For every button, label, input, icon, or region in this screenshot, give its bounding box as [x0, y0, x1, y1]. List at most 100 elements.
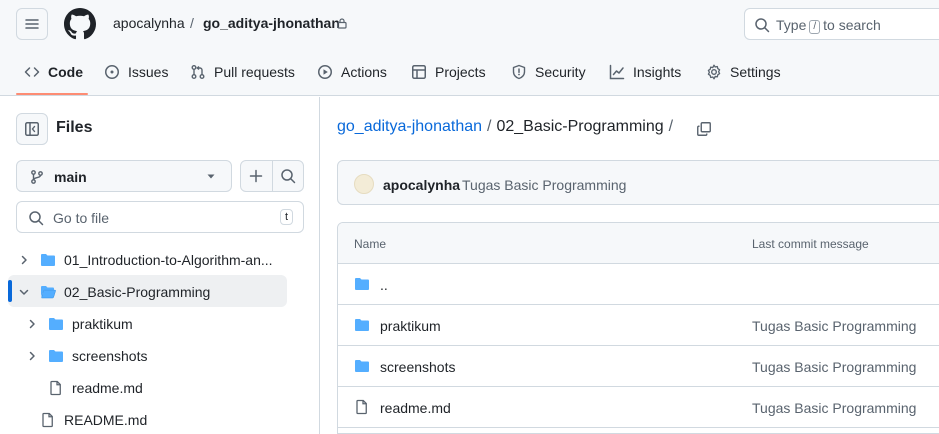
- search-icon: [755, 18, 770, 33]
- tree-item-folder[interactable]: praktikum: [24, 308, 286, 340]
- table-row[interactable]: readme.md Tugas Basic Programming: [338, 387, 939, 428]
- tab-label: Code: [48, 64, 83, 80]
- table-icon: [412, 65, 426, 79]
- search-icon: [281, 169, 295, 184]
- file-path-breadcrumb: go_aditya-jhonathan / 02_Basic-Programmi…: [337, 118, 678, 136]
- shield-icon: [512, 64, 526, 80]
- column-header-name: Name: [354, 237, 387, 251]
- branch-name: main: [54, 169, 87, 185]
- tab-code[interactable]: Code: [24, 48, 83, 96]
- active-tab-indicator: [16, 93, 88, 95]
- folder-open-icon: [41, 286, 56, 299]
- sidebar-actions-group: [240, 160, 304, 192]
- repo-owner-link[interactable]: apocalynha: [113, 15, 185, 31]
- table-row[interactable]: ..: [338, 264, 939, 305]
- tab-pull-requests[interactable]: Pull requests: [190, 48, 295, 96]
- tree-item-file[interactable]: README.md: [16, 404, 286, 434]
- tab-label: Settings: [730, 64, 781, 80]
- git-branch-icon: [31, 170, 43, 184]
- go-to-file-shortcut: t: [280, 209, 294, 225]
- caret-down-icon: [207, 174, 215, 179]
- tree-item-folder[interactable]: 01_Introduction-to-Algorithm-an...: [16, 244, 286, 276]
- hamburger-icon: [25, 19, 39, 29]
- file-icon: [356, 399, 367, 415]
- row-commit-message[interactable]: Tugas Basic Programming: [752, 318, 916, 334]
- copy-icon: [697, 122, 711, 136]
- avatar[interactable]: [354, 174, 374, 194]
- issue-icon: [105, 65, 119, 79]
- pull-request-icon: [191, 65, 205, 79]
- file-table: Name Last commit message .. praktikum Tu…: [337, 222, 939, 434]
- tree-item-folder[interactable]: screenshots: [24, 340, 286, 372]
- chevron-down-icon[interactable]: [18, 286, 30, 298]
- collapse-sidebar-button[interactable]: [16, 113, 48, 145]
- search-placeholder: Type / to search: [776, 17, 881, 34]
- row-name-link[interactable]: screenshots: [380, 359, 455, 375]
- tree-item-label: praktikum: [72, 316, 133, 332]
- sidebar-collapse-icon: [25, 122, 39, 136]
- branch-selector-button[interactable]: main: [16, 160, 232, 192]
- tree-item-file[interactable]: readme.md: [24, 372, 286, 404]
- latest-commit-bar: apocalynha Tugas Basic Programming: [337, 160, 939, 205]
- row-name-link[interactable]: praktikum: [380, 318, 441, 334]
- tree-item-label: 02_Basic-Programming: [64, 284, 211, 300]
- file-icon: [50, 380, 61, 396]
- tree-item-folder-selected[interactable]: 02_Basic-Programming: [16, 276, 286, 308]
- chevron-right-icon[interactable]: [26, 318, 38, 330]
- plus-icon: [250, 169, 263, 183]
- tab-insights[interactable]: Insights: [609, 48, 681, 96]
- repo-name-link[interactable]: go_aditya-jhonathan: [203, 15, 340, 31]
- tree-item-label: readme.md: [72, 380, 143, 396]
- tab-security[interactable]: Security: [511, 48, 586, 96]
- graph-icon: [609, 64, 625, 80]
- tab-issues[interactable]: Issues: [104, 48, 168, 96]
- tab-projects[interactable]: Projects: [411, 48, 486, 96]
- gear-icon: [707, 64, 721, 80]
- breadcrumb-repo-link[interactable]: go_aditya-jhonathan: [337, 118, 482, 136]
- search-shortcut-key: /: [809, 20, 821, 34]
- folder-icon: [355, 360, 369, 372]
- commit-message-link[interactable]: Tugas Basic Programming: [462, 177, 626, 193]
- play-icon: [318, 65, 332, 79]
- breadcrumb-separator: /: [190, 15, 194, 31]
- chevron-right-icon[interactable]: [26, 350, 38, 362]
- tree-item-label: README.md: [64, 412, 148, 428]
- tree-selected-indicator: [8, 280, 12, 302]
- tree-item-label: 01_Introduction-to-Algorithm-an...: [64, 252, 273, 268]
- column-header-message: Last commit message: [752, 237, 869, 251]
- commit-author-link[interactable]: apocalynha: [383, 177, 460, 193]
- tab-label: Actions: [341, 64, 387, 80]
- row-name-link[interactable]: readme.md: [380, 400, 451, 416]
- folder-icon: [49, 318, 63, 330]
- tab-label: Pull requests: [214, 64, 295, 80]
- row-commit-message[interactable]: Tugas Basic Programming: [752, 359, 916, 375]
- table-row[interactable]: screenshots Tugas Basic Programming: [338, 346, 939, 387]
- search-files-button[interactable]: [273, 161, 304, 191]
- folder-icon: [355, 278, 369, 290]
- breadcrumb-separator: /: [668, 118, 674, 135]
- go-to-file-placeholder: Go to file: [53, 210, 110, 226]
- table-row[interactable]: praktikum Tugas Basic Programming: [338, 305, 939, 346]
- lock-icon: [337, 18, 347, 29]
- github-logo-icon[interactable]: [64, 8, 96, 40]
- tab-settings[interactable]: Settings: [706, 48, 781, 96]
- file-icon: [42, 412, 53, 428]
- row-name-link[interactable]: ..: [380, 277, 388, 293]
- copy-path-button[interactable]: [692, 117, 716, 141]
- chevron-right-icon[interactable]: [18, 254, 30, 266]
- hamburger-menu-button[interactable]: [16, 8, 48, 40]
- breadcrumb-current-folder: 02_Basic-Programming: [496, 118, 664, 135]
- file-table-header: Name Last commit message: [338, 223, 939, 264]
- row-commit-message[interactable]: Tugas Basic Programming: [752, 400, 916, 416]
- breadcrumb-separator: /: [487, 118, 492, 135]
- folder-icon: [49, 350, 63, 362]
- go-to-file-input[interactable]: Go to file t: [16, 201, 304, 233]
- repo-nav-tabs: Code Issues Pull requests Actions Projec…: [0, 48, 939, 96]
- tab-label: Security: [535, 64, 586, 80]
- file-tree-sidebar: Files main Go to file t 01_Introduction-…: [0, 97, 320, 434]
- add-file-button[interactable]: [241, 161, 273, 191]
- folder-icon: [41, 254, 55, 266]
- global-search-input[interactable]: Type / to search: [744, 8, 939, 40]
- tab-actions[interactable]: Actions: [317, 48, 387, 96]
- files-heading: Files: [56, 119, 93, 136]
